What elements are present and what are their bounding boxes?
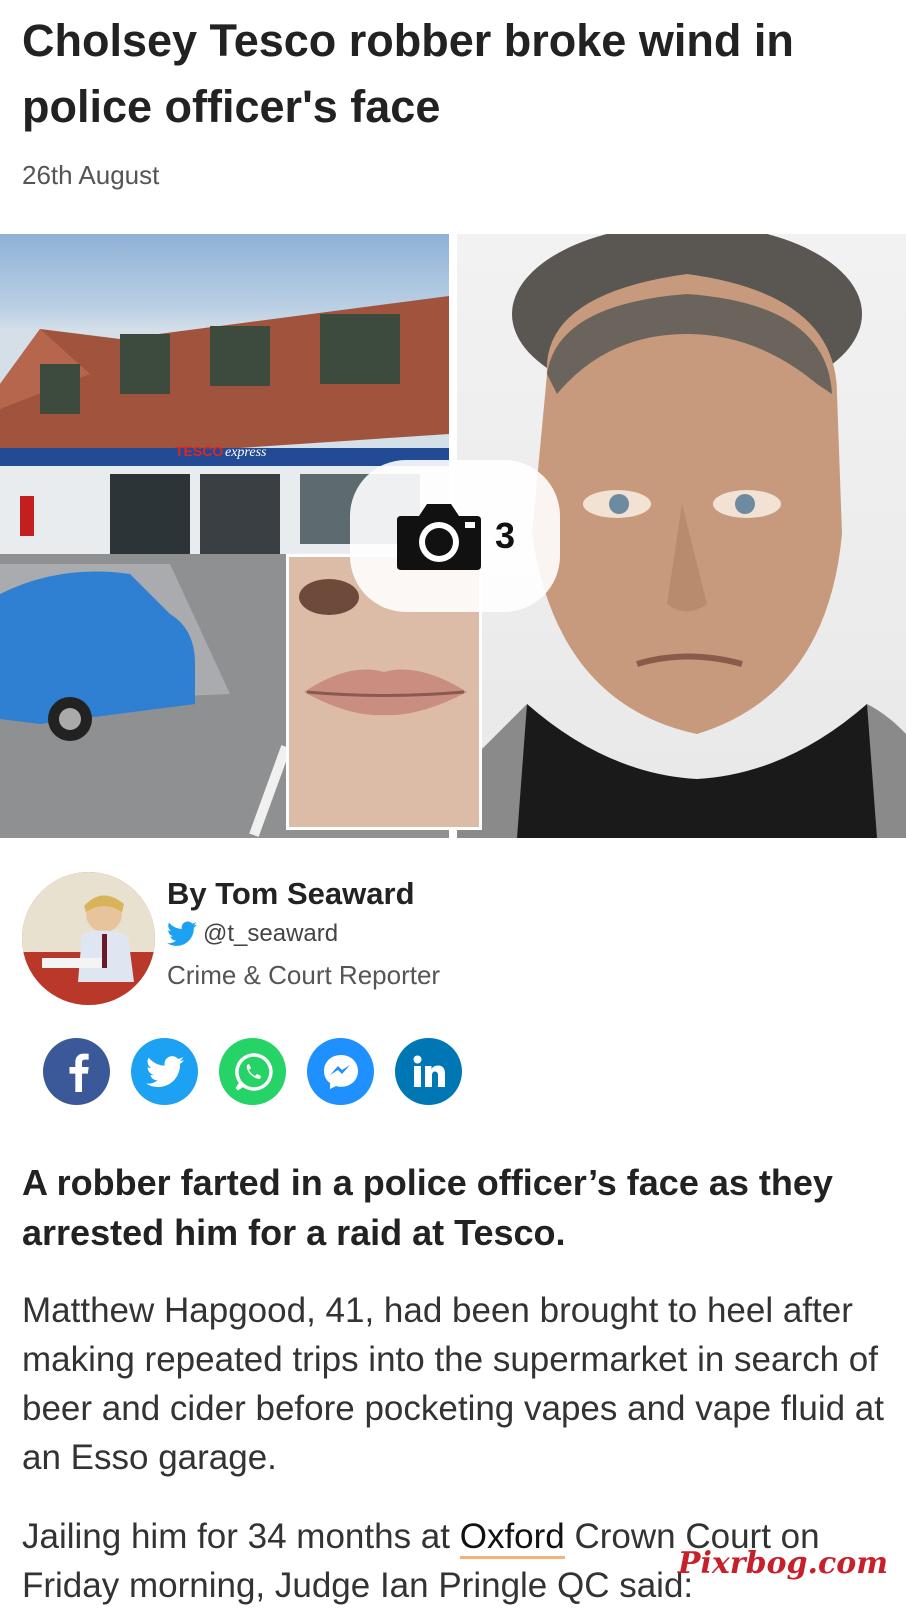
share-buttons xyxy=(43,1038,462,1105)
facebook-icon xyxy=(69,1053,89,1092)
author-role: Crime & Court Reporter xyxy=(167,960,441,990)
twitter-share-button[interactable] xyxy=(131,1038,198,1105)
twitter-bird-icon xyxy=(167,921,197,946)
site-watermark: Pixrbog.com xyxy=(677,1546,888,1581)
whatsapp-icon xyxy=(234,1052,273,1091)
author-handle: @t_seaward xyxy=(203,920,339,947)
camera-icon xyxy=(396,504,481,570)
article-date: 26th August xyxy=(22,160,160,190)
facebook-share-button[interactable] xyxy=(43,1038,110,1105)
author-twitter-link[interactable]: @t_seaward xyxy=(167,920,338,948)
linkedin-icon xyxy=(413,1055,445,1087)
article-standfirst: A robber farted in a police officer’s fa… xyxy=(22,1162,833,1253)
tesco-express-text: express xyxy=(225,445,267,460)
author-byline: By Tom Seaward @t_seaward Crime & Court … xyxy=(22,872,882,1012)
photo-count-badge[interactable]: 3 xyxy=(350,460,560,612)
twitter-icon xyxy=(145,1055,184,1087)
paragraph-text: Jailing him for 34 months at xyxy=(22,1517,460,1556)
author-name[interactable]: By Tom Seaward xyxy=(167,876,415,912)
messenger-icon xyxy=(323,1054,358,1089)
oxford-link[interactable]: Oxford xyxy=(459,1517,565,1559)
photo-gallery[interactable]: TESCO express 3 xyxy=(0,234,906,838)
messenger-share-button[interactable] xyxy=(307,1038,374,1105)
article-paragraph: Matthew Hapgood, 41, had been brought to… xyxy=(22,1291,884,1477)
tesco-sign-text: TESCO xyxy=(175,443,223,459)
author-avatar[interactable] xyxy=(22,872,155,1005)
photo-count: 3 xyxy=(494,515,516,556)
linkedin-share-button[interactable] xyxy=(395,1038,462,1105)
article-headline: Cholsey Tesco robber broke wind in polic… xyxy=(22,15,794,132)
whatsapp-share-button[interactable] xyxy=(219,1038,286,1105)
